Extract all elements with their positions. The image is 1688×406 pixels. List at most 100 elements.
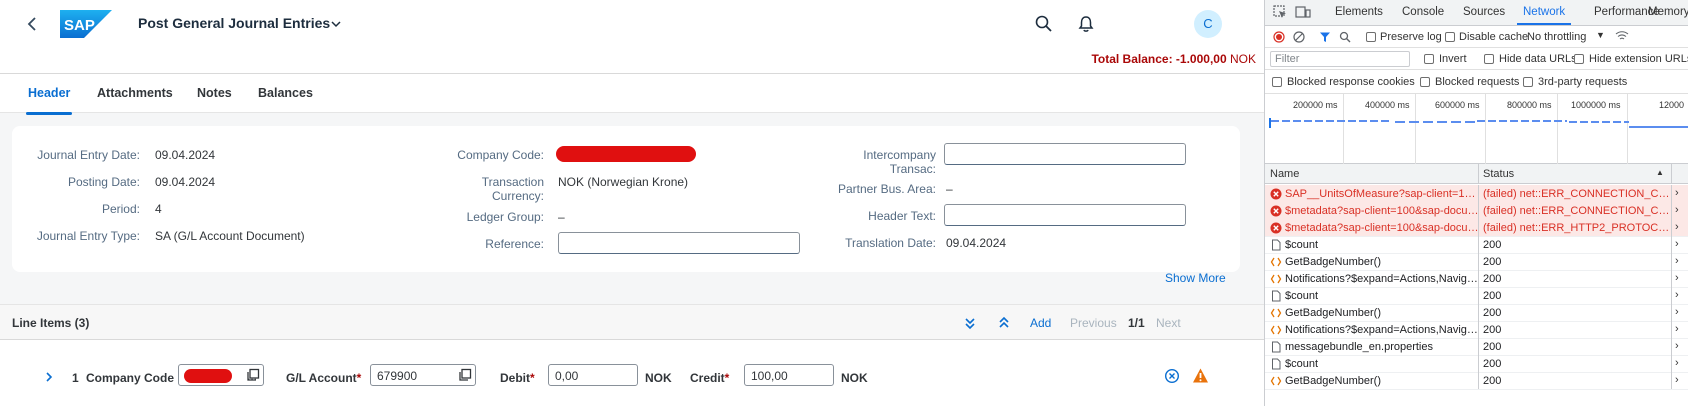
document-icon: [1270, 341, 1282, 353]
request-row[interactable]: $count 200 ›: [1265, 287, 1688, 305]
request-table-header: Name Status ▲: [1265, 164, 1688, 184]
request-row[interactable]: $count 200 ›: [1265, 236, 1688, 254]
preserve-log-checkbox[interactable]: [1366, 32, 1376, 42]
filter-icon[interactable]: [1319, 31, 1331, 43]
chevron-down-icon[interactable]: [330, 18, 342, 30]
network-overview[interactable]: 200000 ms 400000 ms 600000 ms 800000 ms …: [1265, 94, 1688, 164]
credit-input[interactable]: 100,00: [744, 364, 834, 386]
record-icon[interactable]: [1273, 31, 1285, 43]
disable-cache-label: Disable cache: [1459, 31, 1529, 43]
warning-icon[interactable]: [1192, 367, 1209, 384]
sap-logo[interactable]: SAP: [60, 10, 112, 38]
column-divider: [1478, 270, 1479, 287]
show-more-link[interactable]: Show More: [1165, 271, 1226, 285]
tab-attachments[interactable]: Attachments: [97, 86, 173, 100]
column-divider: [1478, 372, 1479, 389]
chevron-right-icon[interactable]: [42, 370, 56, 384]
devtools-tab-network[interactable]: Network: [1516, 6, 1572, 25]
request-row[interactable]: GetBadgeNumber() 200 ›: [1265, 372, 1688, 390]
chevron-right-icon: ›: [1675, 221, 1679, 233]
avatar[interactable]: C: [1194, 10, 1222, 38]
request-status: 200: [1483, 358, 1502, 370]
column-divider: [1671, 355, 1672, 372]
chevron-right-icon: ›: [1675, 357, 1679, 369]
request-name: $count: [1285, 290, 1319, 302]
request-row[interactable]: $metadata?sap-client=100&sap-docum... (fa…: [1265, 202, 1688, 220]
translation-date-label: Translation Date:: [845, 236, 936, 250]
request-row[interactable]: messagebundle_en.properties 200 ›: [1265, 338, 1688, 356]
debit-label: Debit*: [500, 371, 535, 385]
blocked-cookies-checkbox[interactable]: [1272, 77, 1282, 87]
request-row[interactable]: Notifications?$expand=Actions,Navigati..…: [1265, 270, 1688, 288]
tab-balances[interactable]: Balances: [258, 86, 313, 100]
app-title[interactable]: Post General Journal Entries: [138, 15, 330, 31]
request-status: 200: [1483, 273, 1502, 285]
filter-input[interactable]: Filter: [1270, 51, 1410, 67]
tab-notes[interactable]: Notes: [197, 86, 232, 100]
column-divider: [1671, 185, 1672, 202]
request-row[interactable]: $metadata?sap-client=100&sap-docum... (fa…: [1265, 219, 1688, 237]
hide-extension-urls-checkbox[interactable]: [1574, 54, 1584, 64]
device-toolbar-icon[interactable]: [1295, 5, 1311, 19]
previous-button[interactable]: Previous: [1070, 316, 1117, 330]
network-conditions-icon[interactable]: [1615, 30, 1629, 42]
line-number: 1: [72, 371, 79, 385]
timeline-bar: [1477, 120, 1567, 122]
xhr-icon: [1270, 256, 1282, 268]
blocked-requests-checkbox[interactable]: [1420, 77, 1430, 87]
disable-cache-checkbox[interactable]: [1445, 32, 1455, 42]
collapse-all-icon[interactable]: [996, 315, 1012, 331]
request-name: $count: [1285, 239, 1319, 251]
reference-input[interactable]: [558, 232, 800, 254]
invert-checkbox[interactable]: [1424, 54, 1434, 64]
request-row[interactable]: GetBadgeNumber() 200 ›: [1265, 304, 1688, 322]
column-divider: [1671, 372, 1672, 389]
debit-input[interactable]: 0,00: [548, 364, 638, 386]
timeline-tick: 12000: [1659, 100, 1685, 110]
tab-header[interactable]: Header: [25, 86, 73, 115]
inspect-element-icon[interactable]: [1273, 5, 1287, 19]
delete-row-icon[interactable]: [1164, 368, 1180, 384]
request-row[interactable]: $count 200 ›: [1265, 355, 1688, 373]
hide-data-urls-checkbox[interactable]: [1484, 54, 1494, 64]
blocked-requests-label: Blocked requests: [1435, 76, 1520, 88]
expand-all-icon[interactable]: [962, 315, 978, 331]
throttling-select[interactable]: No throttling: [1527, 31, 1586, 43]
back-arrow-icon[interactable]: [22, 14, 42, 34]
timeline-tick: 400000 ms: [1365, 100, 1410, 110]
partner-bus-area-label: Partner Bus. Area:: [837, 182, 936, 196]
devtools-tab-memory[interactable]: Memory: [1648, 6, 1688, 18]
value-help-icon[interactable]: [246, 368, 260, 382]
timeline-tick: 600000 ms: [1435, 100, 1480, 110]
bell-icon[interactable]: [1076, 14, 1096, 34]
devtools-panel: Elements Console Sources Network Perform…: [1264, 0, 1688, 406]
third-party-checkbox[interactable]: [1523, 77, 1533, 87]
column-name[interactable]: Name: [1270, 168, 1299, 180]
request-row[interactable]: GetBadgeNumber() 200 ›: [1265, 253, 1688, 271]
document-icon: [1270, 239, 1282, 251]
request-row[interactable]: SAP__UnitsOfMeasure?sap-client=100&... (f…: [1265, 185, 1688, 203]
journal-entry-type-label: Journal Entry Type:: [36, 229, 140, 243]
chevron-right-icon: ›: [1675, 187, 1679, 199]
add-button[interactable]: Add: [1030, 316, 1051, 330]
header-card: Journal Entry Date: 09.04.2024 Posting D…: [12, 126, 1240, 272]
clear-icon[interactable]: [1293, 31, 1305, 43]
request-status: (failed) net::ERR_HTTP2_PROTOCOL_ERR...: [1483, 222, 1671, 234]
sap-app: SAP Post General Journal Entries C Total…: [0, 0, 1264, 406]
line-items-title: Line Items (3): [12, 316, 90, 330]
devtools-tab-sources[interactable]: Sources: [1463, 6, 1505, 18]
intercompany-input[interactable]: [944, 143, 1186, 165]
sort-ascending-icon[interactable]: ▲: [1656, 168, 1664, 177]
devtools-tab-console[interactable]: Console: [1402, 6, 1444, 18]
search-icon[interactable]: [1339, 31, 1351, 43]
request-row[interactable]: Notifications?$expand=Actions,Navigati..…: [1265, 321, 1688, 339]
search-icon[interactable]: [1034, 14, 1054, 34]
devtools-tab-elements[interactable]: Elements: [1335, 6, 1383, 18]
throttling-dropdown-icon[interactable]: ▼: [1596, 30, 1605, 40]
error-icon: [1270, 188, 1282, 200]
column-divider: [1671, 202, 1672, 219]
value-help-icon[interactable]: [458, 368, 472, 382]
column-status[interactable]: Status: [1483, 168, 1514, 180]
header-text-input[interactable]: [944, 204, 1186, 226]
next-button[interactable]: Next: [1156, 316, 1181, 330]
